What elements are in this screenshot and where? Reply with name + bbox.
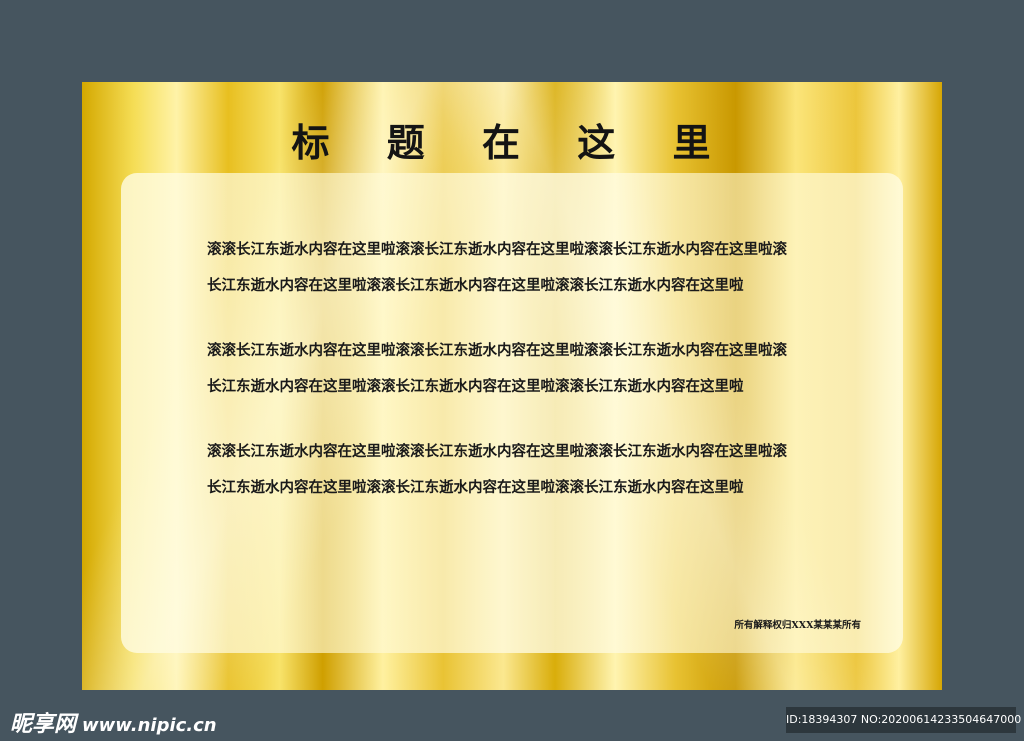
paragraph-line: 长江东逝水内容在这里啦滚滚长江东逝水内容在这里啦滚滚长江东逝水内容在这里啦: [207, 277, 744, 294]
content-panel: 滚滚长江东逝水内容在这里啦滚滚长江东逝水内容在这里啦滚滚长江东逝水内容在这里啦滚…: [121, 173, 903, 653]
image-id-strip: ID:18394307 NO:20200614233504647000: [786, 707, 1021, 733]
paragraph: 滚滚长江东逝水内容在这里啦滚滚长江东逝水内容在这里啦滚滚长江东逝水内容在这里啦滚…: [207, 333, 857, 405]
copyright-note: 所有解释权归XXX某某某所有: [734, 620, 861, 631]
board-title: 标 题 在 这 里: [291, 121, 733, 165]
watermark-logo: 昵享网 www.nipic.cn: [10, 706, 217, 738]
paragraph-line: 滚滚长江东逝水内容在这里啦滚滚长江东逝水内容在这里啦滚滚长江东逝水内容在这里啦滚: [207, 241, 787, 258]
watermark-url: www.nipic.cn: [82, 715, 217, 736]
paragraph: 滚滚长江东逝水内容在这里啦滚滚长江东逝水内容在这里啦滚滚长江东逝水内容在这里啦滚…: [207, 232, 857, 304]
watermark-brand: 昵享网: [10, 712, 77, 737]
paragraph-line: 滚滚长江东逝水内容在这里啦滚滚长江东逝水内容在这里啦滚滚长江东逝水内容在这里啦滚: [207, 443, 787, 460]
gold-board: 标 题 在 这 里 滚滚长江东逝水内容在这里啦滚滚长江东逝水内容在这里啦滚滚长江…: [82, 82, 942, 690]
paragraph-line: 滚滚长江东逝水内容在这里啦滚滚长江东逝水内容在这里啦滚滚长江东逝水内容在这里啦滚: [207, 342, 787, 359]
paragraph-line: 长江东逝水内容在这里啦滚滚长江东逝水内容在这里啦滚滚长江东逝水内容在这里啦: [207, 378, 744, 395]
paragraph: 滚滚长江东逝水内容在这里啦滚滚长江东逝水内容在这里啦滚滚长江东逝水内容在这里啦滚…: [207, 434, 857, 506]
paragraph-line: 长江东逝水内容在这里啦滚滚长江东逝水内容在这里啦滚滚长江东逝水内容在这里啦: [207, 479, 744, 496]
